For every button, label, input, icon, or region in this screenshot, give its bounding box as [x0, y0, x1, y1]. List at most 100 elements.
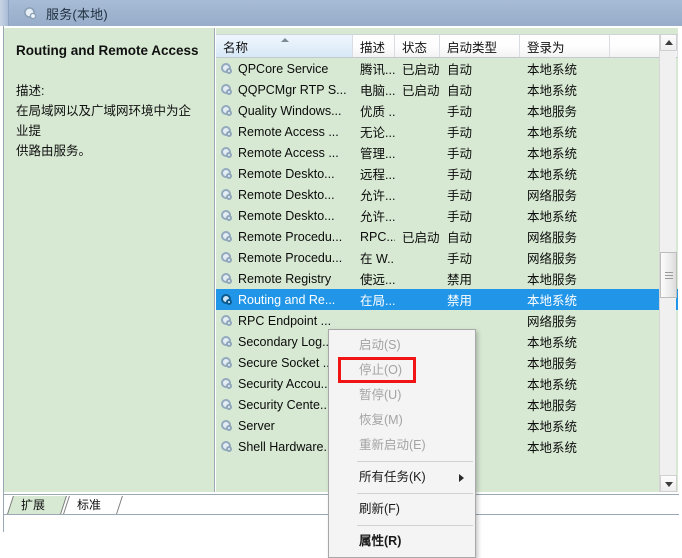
- context-menu-item[interactable]: 刷新(F): [329, 497, 475, 522]
- context-menu-item: 暂停(U): [329, 383, 475, 408]
- table-row[interactable]: Remote Registry使远...禁用本地服务: [216, 268, 678, 289]
- sort-ascending-arrow-icon: [281, 38, 289, 42]
- stop-item-highlight-box: [338, 357, 416, 383]
- cell-logon: 网络服务: [520, 248, 610, 267]
- service-gear-icon: [220, 398, 233, 411]
- cell-desc: 远程...: [353, 164, 395, 183]
- column-header-label: 描述: [360, 37, 385, 56]
- description-text-line2: 供路由服务。: [16, 141, 202, 161]
- service-name-label: Shell Hardware...: [238, 440, 334, 454]
- table-row[interactable]: Remote Access ...无论...手动本地系统: [216, 121, 678, 142]
- cell-logon: 网络服务: [520, 311, 610, 330]
- service-name-label: Quality Windows...: [238, 104, 342, 118]
- table-row[interactable]: Remote Deskto...允许...手动网络服务: [216, 184, 678, 205]
- window-titlebar: 服务(本地): [0, 0, 682, 26]
- service-name-label: Remote Procedu...: [238, 230, 342, 244]
- service-name-label: Remote Deskto...: [238, 209, 335, 223]
- table-row[interactable]: QPCore Service腾讯...已启动自动本地系统: [216, 58, 678, 79]
- table-row[interactable]: Remote Access ...管理...手动本地系统: [216, 142, 678, 163]
- description-text-line1: 在局域网以及广域网环境中为企业提: [16, 101, 202, 141]
- service-gear-icon: [220, 62, 233, 75]
- context-menu-item[interactable]: 属性(R): [329, 529, 475, 554]
- table-row[interactable]: Quality Windows...优质 ...手动本地服务: [216, 100, 678, 121]
- cell-name: Remote Procedu...: [216, 230, 353, 244]
- tab-standard-label: 标准: [77, 496, 101, 514]
- column-header-desc[interactable]: 描述: [353, 35, 395, 57]
- selected-service-title: Routing and Remote Access: [16, 42, 202, 59]
- cell-logon: 网络服务: [520, 185, 610, 204]
- cell-logon: 本地系统: [520, 59, 610, 78]
- service-gear-icon: [220, 419, 233, 432]
- cell-desc: 允许...: [353, 185, 395, 204]
- service-name-label: Remote Registry: [238, 272, 331, 286]
- context-menu-item[interactable]: 所有任务(K): [329, 465, 475, 490]
- cell-state: 已启动: [395, 80, 440, 99]
- cell-logon: 本地服务: [520, 101, 610, 120]
- service-name-label: QPCore Service: [238, 62, 328, 76]
- column-header-state[interactable]: 状态: [395, 35, 440, 57]
- table-row[interactable]: RPC Endpoint ...网络服务: [216, 310, 678, 331]
- scroll-down-arrow-icon[interactable]: [660, 475, 677, 492]
- cell-desc: 在 W...: [353, 248, 395, 267]
- cell-start: 手动: [440, 248, 520, 267]
- service-gear-icon: [220, 167, 233, 180]
- titlebar-left-grip: [0, 0, 9, 26]
- context-menu-item: 启动(S): [329, 333, 475, 358]
- tab-standard[interactable]: 标准: [63, 496, 123, 514]
- context-menu-item-label: 重新启动(E): [359, 438, 426, 452]
- description-label: 描述:: [16, 81, 202, 101]
- context-menu-item-label: 恢复(M): [359, 413, 403, 427]
- column-header-label: 状态: [402, 37, 427, 56]
- service-context-menu[interactable]: 启动(S)停止(O)暂停(U)恢复(M)重新启动(E)所有任务(K)刷新(F)属…: [328, 329, 476, 558]
- service-gear-icon: [220, 125, 233, 138]
- column-header-start[interactable]: 启动类型: [440, 35, 520, 57]
- service-gear-icon: [220, 335, 233, 348]
- services-list-scrollbar[interactable]: [659, 34, 676, 492]
- column-header-name[interactable]: 名称: [216, 35, 353, 57]
- service-name-label: Remote Deskto...: [238, 167, 335, 181]
- window-title: 服务(本地): [46, 4, 108, 23]
- console-window: Routing and Remote Access 描述: 在局域网以及广域网环…: [0, 26, 682, 506]
- cell-logon: 本地系统: [520, 374, 610, 393]
- column-header-label: 名称: [223, 37, 248, 56]
- service-gear-icon: [23, 6, 38, 21]
- cell-logon: 本地系统: [520, 416, 610, 435]
- service-name-label: Remote Procedu...: [238, 251, 342, 265]
- cell-desc: 允许...: [353, 206, 395, 225]
- service-gear-icon: [220, 83, 233, 96]
- scrollbar-grip-icon: [665, 272, 673, 279]
- cell-name: Routing and Re...: [216, 293, 353, 307]
- column-header-label: 启动类型: [447, 37, 497, 56]
- scroll-up-arrow-icon[interactable]: [660, 34, 677, 51]
- cell-desc: 在局...: [353, 290, 395, 309]
- service-gear-icon: [220, 104, 233, 117]
- cell-start: 手动: [440, 164, 520, 183]
- context-menu-item: 恢复(M): [329, 408, 475, 433]
- service-gear-icon: [220, 272, 233, 285]
- scrollbar-thumb[interactable]: [660, 252, 677, 298]
- service-gear-icon: [220, 356, 233, 369]
- cell-logon: 本地系统: [520, 437, 610, 456]
- cell-logon: 本地系统: [520, 164, 610, 183]
- context-menu-item-label: 启动(S): [359, 338, 401, 352]
- service-name-label: Security Accou...: [238, 377, 331, 391]
- table-row[interactable]: Remote Procedu... 在 W... 手动网络服务: [216, 247, 678, 268]
- cell-logon: 本地服务: [520, 395, 610, 414]
- context-menu-item-label: 刷新(F): [359, 502, 400, 516]
- context-menu-separator: [357, 525, 473, 526]
- cell-desc: 使远...: [353, 269, 395, 288]
- column-header-logon[interactable]: 登录为: [520, 35, 610, 57]
- cell-logon: 本地系统: [520, 290, 610, 309]
- service-gear-icon: [220, 230, 233, 243]
- cell-name: Remote Registry: [216, 272, 353, 286]
- table-row[interactable]: QQPCMgr RTP S...电脑...已启动自动本地系统: [216, 79, 678, 100]
- tab-extended-label: 扩展: [21, 496, 45, 514]
- table-row[interactable]: Remote Procedu...RPC...已启动自动网络服务: [216, 226, 678, 247]
- cell-start: 手动: [440, 101, 520, 120]
- tab-extended[interactable]: 扩展: [7, 496, 67, 514]
- cell-logon: 本地系统: [520, 332, 610, 351]
- table-row-selected[interactable]: Routing and Re...在局...禁用本地系统: [216, 289, 678, 310]
- table-row[interactable]: Remote Deskto... 远程... 手动本地系统: [216, 163, 678, 184]
- service-gear-icon: [220, 293, 233, 306]
- table-row[interactable]: Remote Deskto...允许...手动本地系统: [216, 205, 678, 226]
